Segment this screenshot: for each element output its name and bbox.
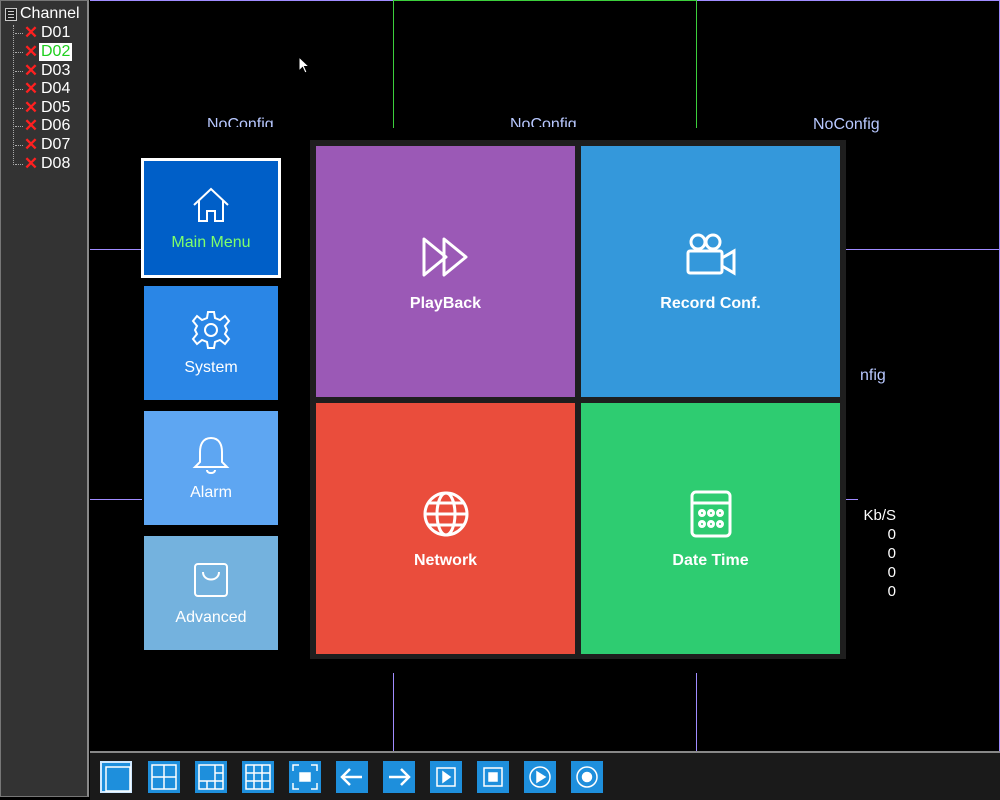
channel-item-d08[interactable]: ✕ D08 bbox=[15, 155, 72, 173]
single-view-button[interactable] bbox=[100, 761, 132, 793]
playback-tile[interactable]: PlayBack bbox=[316, 146, 575, 397]
channel-list-icon bbox=[5, 7, 17, 21]
bottom-toolbar bbox=[90, 751, 1000, 800]
video-camera-icon bbox=[686, 233, 735, 276]
record-icon bbox=[576, 766, 598, 788]
stop-button[interactable] bbox=[477, 761, 509, 793]
nav-main-menu[interactable]: Main Menu bbox=[141, 158, 281, 278]
playback-button[interactable] bbox=[524, 761, 556, 793]
nav-advanced[interactable]: Advanced bbox=[144, 536, 278, 650]
single-view-icon bbox=[105, 766, 131, 792]
noconfig-label-2: NoConfig bbox=[510, 116, 577, 127]
grid-line-h2-left bbox=[90, 499, 142, 500]
nine-view-button[interactable] bbox=[242, 761, 274, 793]
bitrate-value: 0 bbox=[887, 564, 896, 581]
channel-item-d04[interactable]: ✕ D04 bbox=[15, 80, 72, 98]
channel-item-d07[interactable]: ✕ D07 bbox=[15, 136, 72, 154]
record-conf-tile[interactable]: Record Conf. bbox=[581, 146, 840, 397]
next-arrow-icon bbox=[389, 768, 411, 786]
fast-forward-icon bbox=[422, 237, 467, 276]
disconnected-icon: ✕ bbox=[23, 23, 39, 42]
grid-line-selected-right bbox=[696, 0, 697, 128]
disconnected-icon: ✕ bbox=[23, 79, 39, 98]
play-icon bbox=[436, 767, 456, 787]
globe-icon bbox=[423, 491, 468, 536]
grid-line-h2-right bbox=[846, 499, 858, 500]
disconnected-icon: ✕ bbox=[23, 61, 39, 80]
channel-label: D02 bbox=[39, 43, 73, 61]
nine-view-icon bbox=[245, 764, 271, 790]
grid-line-selected-left bbox=[393, 0, 394, 128]
bitrate-value: 0 bbox=[887, 583, 896, 600]
channel-label: D03 bbox=[41, 62, 71, 79]
grid-line-h1-right bbox=[846, 249, 1000, 250]
quad-view-button[interactable] bbox=[148, 761, 180, 793]
bitrate-value: 0 bbox=[887, 545, 896, 562]
main-menu-panel: PlayBack Record Conf. Network Date Time bbox=[310, 140, 846, 659]
mouse-cursor-icon bbox=[298, 56, 311, 74]
nav-system[interactable]: System bbox=[144, 286, 278, 400]
grid-line-h1-left bbox=[90, 249, 142, 250]
channel-item-d06[interactable]: ✕ D06 bbox=[15, 117, 72, 135]
disconnected-icon: ✕ bbox=[23, 42, 39, 61]
disconnected-icon: ✕ bbox=[23, 98, 39, 117]
shopping-bag-icon bbox=[194, 563, 228, 597]
nav-system-label: System bbox=[184, 359, 238, 376]
calendar-icon bbox=[690, 490, 731, 537]
fullscreen-icon bbox=[292, 764, 318, 790]
network-label: Network bbox=[413, 551, 478, 569]
bitrate-header: Kb/S bbox=[863, 507, 896, 524]
nav-advanced-label: Advanced bbox=[175, 609, 247, 626]
date-time-label: Date Time bbox=[672, 551, 749, 569]
grid-line-selected-top bbox=[393, 0, 697, 1]
channel-tree-header[interactable]: Channel bbox=[5, 5, 80, 23]
channel-label: D08 bbox=[41, 155, 71, 172]
six-view-icon bbox=[198, 764, 224, 790]
noconfig-label-1: NoConfig bbox=[207, 116, 274, 127]
bell-icon bbox=[192, 436, 230, 474]
play-button[interactable] bbox=[430, 761, 462, 793]
channel-item-d05[interactable]: ✕ D05 bbox=[15, 99, 72, 117]
disconnected-icon: ✕ bbox=[23, 116, 39, 135]
nav-alarm[interactable]: Alarm bbox=[144, 411, 278, 525]
home-icon bbox=[193, 187, 229, 222]
noconfig-label-3: NoConfig bbox=[813, 116, 880, 133]
channel-item-d02[interactable]: ✕ D02 bbox=[15, 42, 73, 61]
channel-label: D07 bbox=[41, 136, 71, 153]
stop-icon bbox=[483, 767, 503, 787]
next-button[interactable] bbox=[383, 761, 415, 793]
previous-arrow-icon bbox=[340, 768, 362, 786]
network-tile[interactable]: Network bbox=[316, 403, 575, 654]
grid-line-v2-bottom bbox=[696, 673, 697, 751]
nav-main-menu-label: Main Menu bbox=[171, 234, 251, 251]
record-conf-label: Record Conf. bbox=[660, 294, 761, 312]
channel-item-d01[interactable]: ✕ D01 bbox=[15, 24, 72, 42]
channel-label: D01 bbox=[41, 24, 71, 41]
playback-label: PlayBack bbox=[409, 294, 482, 312]
channel-label: D04 bbox=[41, 80, 71, 97]
playback-icon bbox=[529, 766, 551, 788]
disconnected-icon: ✕ bbox=[23, 135, 39, 154]
channel-tree-title: Channel bbox=[20, 5, 80, 22]
record-button[interactable] bbox=[571, 761, 603, 793]
channel-sidebar: Channel ✕ D01 ✕ D02 ✕ D03 ✕ D04 ✕ D05 ✕ D06 ✕ D… bbox=[0, 0, 89, 797]
nav-alarm-label: Alarm bbox=[190, 484, 232, 501]
bitrate-value: 0 bbox=[887, 526, 896, 543]
six-view-button[interactable] bbox=[195, 761, 227, 793]
channel-item-d03[interactable]: ✕ D03 bbox=[15, 62, 72, 80]
quad-view-icon bbox=[151, 764, 177, 790]
previous-button[interactable] bbox=[336, 761, 368, 793]
channel-label: D05 bbox=[41, 99, 71, 116]
disconnected-icon: ✕ bbox=[23, 154, 39, 173]
channel-label: D06 bbox=[41, 117, 71, 134]
gear-icon bbox=[191, 311, 231, 349]
grid-line-v1-bottom bbox=[393, 673, 394, 751]
fullscreen-button[interactable] bbox=[289, 761, 321, 793]
noconfig-label-partial: nfig bbox=[860, 367, 886, 384]
date-time-tile[interactable]: Date Time bbox=[581, 403, 840, 654]
